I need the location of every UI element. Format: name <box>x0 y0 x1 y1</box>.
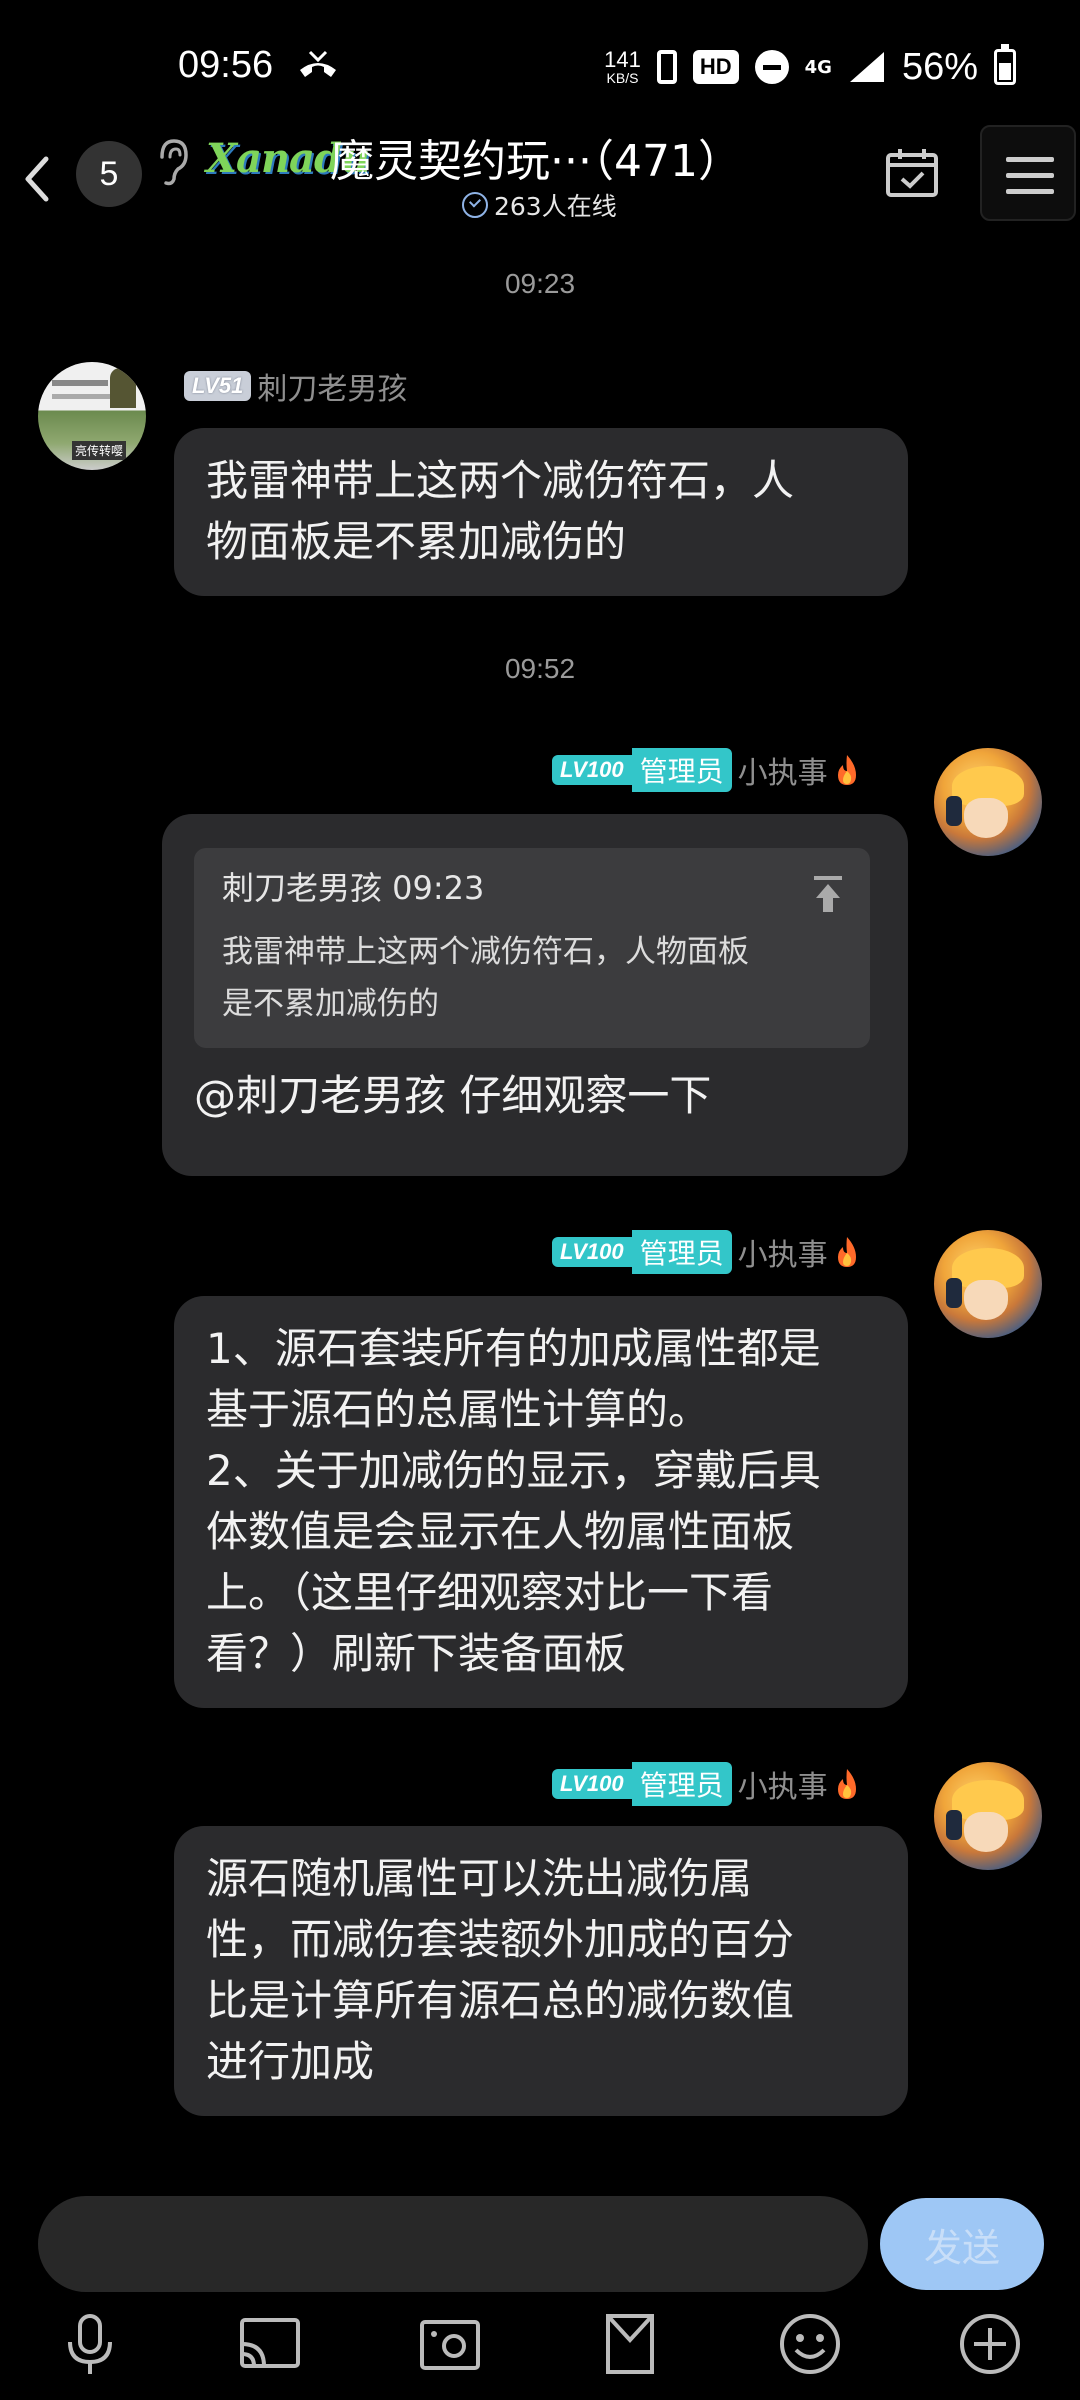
avatar-detail <box>52 394 112 399</box>
admin-badge: 管理员 <box>631 748 732 792</box>
fire-icon <box>837 1237 856 1267</box>
missed-call-icon <box>300 50 336 77</box>
message-timestamp: 09:52 <box>504 653 576 684</box>
status-icons: 141 KB/S HD 4G 56% <box>604 44 1016 90</box>
reply-bubble[interactable]: 刺刀老男孩 09:23 我雷神带上这两个减伤符石，人物面板 是不累加减伤的 @刺… <box>162 814 908 1176</box>
back-icon[interactable] <box>14 147 60 211</box>
level-badge: LV100 <box>552 1769 632 1799</box>
quote-author-time: 刺刀老男孩 09:23 <box>222 869 485 907</box>
bottom-toolbar <box>0 2310 1080 2400</box>
message-text: @刺刀老男孩 仔细观察一下 <box>194 1071 712 1120</box>
sender-name[interactable]: 刺刀老男孩 <box>257 364 407 408</box>
phone-icon <box>656 50 677 84</box>
fire-icon <box>837 1769 856 1799</box>
avatar-caption: 亮传转嘤 <box>72 441 127 460</box>
avatar-detail <box>52 380 108 386</box>
menu-line <box>1006 189 1054 194</box>
microphone-icon[interactable] <box>56 2310 124 2378</box>
admin-badge: 管理员 <box>631 1762 732 1806</box>
do-not-disturb-icon <box>754 50 789 84</box>
file-icon[interactable] <box>596 2310 664 2378</box>
emoji-icon[interactable] <box>776 2310 844 2378</box>
cast-icon[interactable] <box>236 2310 304 2378</box>
send-button[interactable]: 发送 <box>880 2198 1044 2290</box>
message-input[interactable] <box>38 2196 868 2292</box>
battery-percent: 56% <box>901 45 978 88</box>
sender-name[interactable]: 小执事 <box>738 748 828 792</box>
sender-meta: LV100 管理员 小执事 <box>552 1230 860 1274</box>
menu-line <box>1006 173 1054 178</box>
message-bubble[interactable]: 源石随机属性可以洗出减伤属 性，而减伤套装额外加成的百分 比是计算所有源石总的减… <box>174 1826 908 2116</box>
online-count[interactable]: 263人在线 <box>462 187 617 223</box>
message-timestamp: 09:23 <box>504 268 576 299</box>
group-title[interactable]: 魔灵契约玩···（471） <box>330 125 742 189</box>
unread-count-badge[interactable]: 5 <box>76 141 142 207</box>
battery-icon <box>994 44 1016 85</box>
menu-button[interactable] <box>980 125 1076 221</box>
fire-icon <box>837 755 856 785</box>
admin-avatar[interactable] <box>934 1230 1042 1338</box>
sender-name[interactable]: 小执事 <box>738 1762 828 1806</box>
avatar-detail <box>946 796 962 826</box>
avatar-detail <box>946 1278 962 1308</box>
avatar-detail <box>964 798 1008 838</box>
level-badge: LV100 <box>552 1237 632 1267</box>
status-time: 09:56 <box>178 44 274 86</box>
sender-meta: LV100 管理员 小执事 <box>552 1762 860 1806</box>
message-text: 1、源石套装所有的加成属性都是 基于源石的总属性计算的。 2、关于加减伤的显示，… <box>206 1324 821 1678</box>
quoted-message[interactable]: 刺刀老男孩 09:23 我雷神带上这两个减伤符石，人物面板 是不累加减伤的 <box>194 848 870 1048</box>
message-bubble[interactable]: 我雷神带上这两个减伤符石，人 物面板是不累加减伤的 <box>174 428 908 596</box>
message-text: 我雷神带上这两个减伤符石，人 物面板是不累加减伤的 <box>206 456 795 566</box>
sender-meta: LV51 刺刀老男孩 <box>184 364 407 408</box>
avatar-detail <box>946 1810 962 1840</box>
network-speed: 141 KB/S <box>604 47 641 86</box>
sender-avatar[interactable]: 亮传转嘤 <box>38 362 146 470</box>
jump-to-top-icon[interactable] <box>810 874 846 914</box>
avatar-detail <box>964 1812 1008 1852</box>
menu-line <box>1006 157 1054 162</box>
check-in-icon[interactable] <box>882 143 942 203</box>
quote-text: 我雷神带上这两个减伤符石，人物面板 是不累加减伤的 <box>222 934 749 1022</box>
plus-icon[interactable] <box>956 2310 1024 2378</box>
hd-badge: HD <box>692 50 739 84</box>
sender-meta: LV100 管理员 小执事 <box>552 748 860 792</box>
admin-badge: 管理员 <box>631 1230 732 1274</box>
message-bubble[interactable]: 1、源石套装所有的加成属性都是 基于源石的总属性计算的。 2、关于加减伤的显示，… <box>174 1296 908 1708</box>
level-badge: LV100 <box>552 755 632 785</box>
photo-icon[interactable] <box>416 2310 484 2378</box>
status-bar: 09:56 141 KB/S HD 4G 56% <box>0 0 1080 130</box>
admin-avatar[interactable] <box>934 748 1042 856</box>
avatar-detail <box>110 368 136 408</box>
earpiece-mode-icon[interactable] <box>152 137 190 187</box>
admin-avatar[interactable] <box>934 1762 1042 1870</box>
avatar-detail <box>964 1280 1008 1320</box>
message-text: 源石随机属性可以洗出减伤属 性，而减伤套装额外加成的百分 比是计算所有源石总的减… <box>206 1854 795 2086</box>
sender-name[interactable]: 小执事 <box>738 1230 828 1274</box>
network-type: 4G <box>804 56 832 78</box>
level-badge: LV51 <box>184 371 252 401</box>
chat-header: 5 Xanadu 魔灵契约玩···（471） 263人在线 <box>0 125 1080 235</box>
online-check-icon <box>462 192 488 218</box>
signal-icon <box>849 52 884 82</box>
